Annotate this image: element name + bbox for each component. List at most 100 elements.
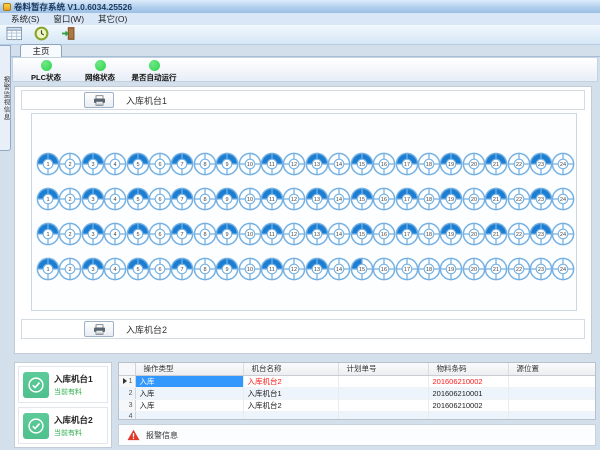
coil-slot-empty-icon[interactable]: 24 bbox=[551, 152, 575, 176]
coil-slot-empty-icon[interactable]: 8 bbox=[193, 257, 217, 281]
coil-slot-occupied-icon[interactable]: 7 bbox=[170, 152, 194, 176]
coil-slot-empty-icon[interactable]: 12 bbox=[282, 152, 306, 176]
coil-slot-occupied-icon[interactable]: 9 bbox=[215, 222, 239, 246]
coil-slot-empty-icon[interactable]: 22 bbox=[507, 257, 531, 281]
coil-slot-empty-icon[interactable]: 18 bbox=[417, 187, 441, 211]
coil-slot-empty-icon[interactable]: 8 bbox=[193, 222, 217, 246]
table-cell[interactable] bbox=[338, 411, 428, 420]
coil-slot-occupied-icon[interactable]: 21 bbox=[484, 187, 508, 211]
tab-home[interactable]: 主页 bbox=[20, 44, 62, 57]
coil-slot-empty-icon[interactable]: 4 bbox=[103, 222, 127, 246]
coil-slot-empty-icon[interactable]: 12 bbox=[282, 257, 306, 281]
coil-slot-occupied-icon[interactable]: 19 bbox=[439, 187, 463, 211]
coil-slot-occupied-icon[interactable]: 5 bbox=[126, 152, 150, 176]
coil-slot-occupied-icon[interactable]: 5 bbox=[126, 222, 150, 246]
coil-slot-occupied-icon[interactable]: 23 bbox=[529, 187, 553, 211]
coil-slot-empty-icon[interactable]: 10 bbox=[238, 222, 262, 246]
coil-slot-empty-icon[interactable]: 14 bbox=[327, 187, 351, 211]
coil-slot-occupied-icon[interactable]: 7 bbox=[170, 257, 194, 281]
coil-slot-empty-icon[interactable]: 10 bbox=[238, 187, 262, 211]
coil-slot-empty-icon[interactable]: 22 bbox=[507, 187, 531, 211]
print-button-machine1[interactable] bbox=[84, 92, 114, 108]
coil-slot-empty-icon[interactable]: 20 bbox=[462, 222, 486, 246]
coil-slot-empty-icon[interactable]: 8 bbox=[193, 187, 217, 211]
coil-slot-empty-icon[interactable]: 22 bbox=[507, 222, 531, 246]
coil-slot-occupied-icon[interactable]: 17 bbox=[395, 152, 419, 176]
table-cell[interactable]: 入库 bbox=[135, 375, 243, 387]
coil-slot-empty-icon[interactable]: 2 bbox=[58, 257, 82, 281]
menu-item[interactable]: 其它(O) bbox=[91, 13, 134, 25]
coil-slot-occupied-icon[interactable]: 21 bbox=[484, 152, 508, 176]
print-button-machine2[interactable] bbox=[84, 321, 114, 337]
coil-slot-occupied-icon[interactable]: 19 bbox=[439, 152, 463, 176]
coil-slot-empty-icon[interactable]: 8 bbox=[193, 152, 217, 176]
coil-slot-empty-icon[interactable]: 22 bbox=[507, 152, 531, 176]
coil-slot-occupied-icon[interactable]: 13 bbox=[305, 257, 329, 281]
coil-slot-empty-icon[interactable]: 6 bbox=[148, 187, 172, 211]
coil-slot-empty-icon[interactable]: 14 bbox=[327, 152, 351, 176]
coil-slot-empty-icon[interactable]: 10 bbox=[238, 152, 262, 176]
coil-slot-empty-icon[interactable]: 6 bbox=[148, 222, 172, 246]
table-cell[interactable]: 入库机台1 bbox=[243, 387, 338, 399]
coil-slot-occupied-icon[interactable]: 15 bbox=[350, 257, 374, 281]
coil-slot-occupied-icon[interactable]: 11 bbox=[260, 257, 284, 281]
machine-status-card[interactable]: 入库机台1当前有料 bbox=[18, 366, 108, 403]
coil-slot-occupied-icon[interactable]: 3 bbox=[81, 222, 105, 246]
tool-button-calendar-grid-icon[interactable] bbox=[4, 26, 25, 44]
tool-button-exit-door-icon[interactable] bbox=[58, 26, 79, 44]
coil-slot-empty-icon[interactable]: 18 bbox=[417, 257, 441, 281]
coil-slot-empty-icon[interactable]: 23 bbox=[529, 257, 553, 281]
coil-slot-occupied-icon[interactable]: 15 bbox=[350, 187, 374, 211]
coil-slot-empty-icon[interactable]: 20 bbox=[462, 257, 486, 281]
table-cell[interactable] bbox=[135, 411, 243, 420]
table-cell[interactable] bbox=[508, 399, 595, 411]
coil-slot-empty-icon[interactable]: 18 bbox=[417, 222, 441, 246]
table-cell[interactable]: 入库机台2 bbox=[243, 399, 338, 411]
coil-slot-occupied-icon[interactable]: 23 bbox=[529, 152, 553, 176]
menu-item[interactable]: 系统(S) bbox=[4, 13, 46, 25]
coil-slot-occupied-icon[interactable]: 7 bbox=[170, 187, 194, 211]
coil-slot-occupied-icon[interactable]: 1 bbox=[36, 222, 60, 246]
coil-slot-empty-icon[interactable]: 20 bbox=[462, 187, 486, 211]
coil-slot-occupied-icon[interactable]: 15 bbox=[350, 152, 374, 176]
coil-slot-occupied-icon[interactable]: 23 bbox=[529, 222, 553, 246]
coil-slot-empty-icon[interactable]: 16 bbox=[372, 187, 396, 211]
coil-slot-occupied-icon[interactable]: 1 bbox=[36, 152, 60, 176]
coil-slot-occupied-icon[interactable]: 11 bbox=[260, 222, 284, 246]
coil-slot-occupied-icon[interactable]: 11 bbox=[260, 187, 284, 211]
coil-slot-empty-icon[interactable]: 16 bbox=[372, 222, 396, 246]
side-panel-tab-alarm-monitor[interactable]: 报警监视信息 bbox=[0, 45, 11, 151]
coil-slot-empty-icon[interactable]: 18 bbox=[417, 152, 441, 176]
coil-slot-empty-icon[interactable]: 10 bbox=[238, 257, 262, 281]
table-cell[interactable]: 入库 bbox=[135, 399, 243, 411]
table-cell[interactable]: 入库机台2 bbox=[243, 375, 338, 387]
table-cell[interactable] bbox=[508, 411, 595, 420]
coil-slot-occupied-icon[interactable]: 13 bbox=[305, 222, 329, 246]
coil-slot-occupied-icon[interactable]: 21 bbox=[484, 222, 508, 246]
coil-slot-occupied-icon[interactable]: 17 bbox=[395, 187, 419, 211]
coil-slot-empty-icon[interactable]: 19 bbox=[439, 257, 463, 281]
coil-slot-empty-icon[interactable]: 21 bbox=[484, 257, 508, 281]
coil-slot-empty-icon[interactable]: 4 bbox=[103, 152, 127, 176]
column-header[interactable]: 操作类型 bbox=[135, 363, 243, 375]
coil-slot-occupied-icon[interactable]: 11 bbox=[260, 152, 284, 176]
coil-slot-empty-icon[interactable]: 2 bbox=[58, 152, 82, 176]
column-header[interactable]: 源位置 bbox=[508, 363, 595, 375]
coil-slot-empty-icon[interactable]: 17 bbox=[395, 257, 419, 281]
coil-slot-empty-icon[interactable]: 2 bbox=[58, 222, 82, 246]
coil-slot-empty-icon[interactable]: 14 bbox=[327, 222, 351, 246]
coil-slot-occupied-icon[interactable]: 1 bbox=[36, 257, 60, 281]
coil-slot-occupied-icon[interactable]: 17 bbox=[395, 222, 419, 246]
coil-slot-occupied-icon[interactable]: 15 bbox=[350, 222, 374, 246]
coil-slot-occupied-icon[interactable]: 9 bbox=[215, 257, 239, 281]
coil-slot-occupied-icon[interactable]: 5 bbox=[126, 257, 150, 281]
menu-item[interactable]: 窗口(W) bbox=[46, 13, 91, 25]
table-cell[interactable]: 201606210002 bbox=[428, 399, 508, 411]
coil-slot-empty-icon[interactable]: 6 bbox=[148, 152, 172, 176]
table-cell[interactable] bbox=[338, 399, 428, 411]
coil-slot-occupied-icon[interactable]: 3 bbox=[81, 257, 105, 281]
coil-slot-occupied-icon[interactable]: 13 bbox=[305, 152, 329, 176]
coil-slot-occupied-icon[interactable]: 3 bbox=[81, 187, 105, 211]
table-cell[interactable] bbox=[508, 375, 595, 387]
coil-slot-empty-icon[interactable]: 16 bbox=[372, 152, 396, 176]
